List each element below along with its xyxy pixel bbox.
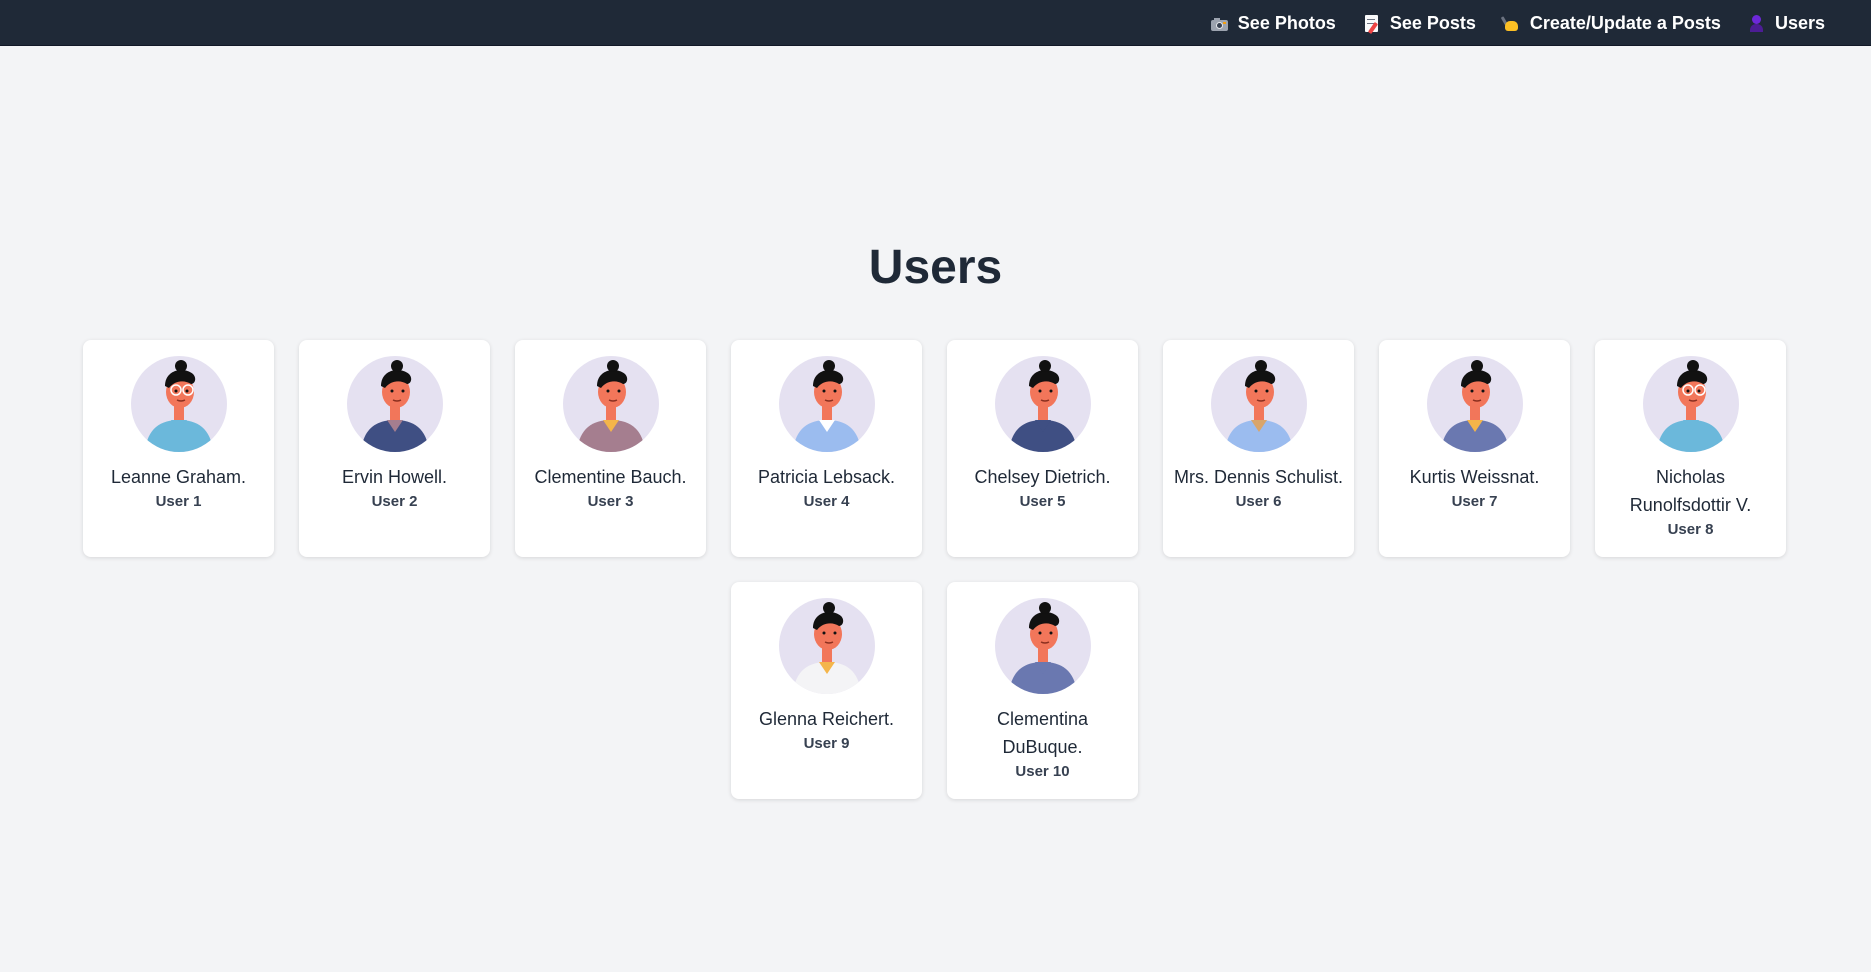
memo-icon: [1362, 14, 1381, 34]
user-name: Patricia Lebsack.: [757, 467, 896, 487]
page-title: Users: [868, 241, 1003, 294]
user-id-label: User 6: [1235, 493, 1282, 510]
user-card[interactable]: Clementine Bauch. User 3: [515, 340, 706, 557]
user-grid: Leanne Graham. User 1 Ervin Howell. User 2 C…: [83, 340, 1786, 799]
user-card[interactable]: Patricia Lebsack. User 4: [731, 340, 922, 557]
camera-icon: [1210, 15, 1229, 34]
user-name: Chelsey Dietrich.: [974, 467, 1111, 487]
user-avatar: [1210, 356, 1307, 452]
user-name: Clementina DuBuque.: [996, 709, 1089, 757]
user-name: Ervin Howell.: [341, 467, 448, 487]
user-avatar: [778, 356, 875, 452]
user-card[interactable]: Glenna Reichert. User 9: [731, 582, 922, 799]
user-card[interactable]: Chelsey Dietrich. User 5: [947, 340, 1138, 557]
user-name: Glenna Reichert.: [758, 709, 895, 729]
nav-link-label: Users: [1774, 12, 1825, 33]
user-avatar: [346, 356, 443, 452]
user-card[interactable]: Ervin Howell. User 2: [299, 340, 490, 557]
user-avatar: [1426, 356, 1523, 452]
user-card[interactable]: Nicholas Runolfsdottir V. User 8: [1595, 340, 1786, 557]
user-avatar: [778, 598, 875, 694]
user-id-label: User 4: [803, 493, 850, 510]
user-id-label: User 3: [587, 493, 634, 510]
user-name: Clementine Bauch.: [534, 467, 687, 487]
nav-link-see-photos[interactable]: See Photos: [1210, 13, 1336, 34]
user-avatar: [994, 598, 1091, 694]
user-avatar: [1642, 356, 1739, 452]
user-card[interactable]: Leanne Graham. User 1: [83, 340, 274, 557]
user-id-label: User 7: [1451, 493, 1498, 510]
user-name: Leanne Graham.: [110, 467, 247, 487]
user-name: Mrs. Dennis Schulist.: [1173, 467, 1344, 487]
nav-link-users[interactable]: Users: [1747, 13, 1825, 34]
user-id-label: User 10: [1015, 763, 1070, 780]
user-avatar: [130, 356, 227, 452]
nav-link-see-posts[interactable]: See Posts: [1362, 13, 1476, 34]
nav-link-create-update-posts[interactable]: Create/Update a Posts: [1500, 12, 1721, 34]
nav-link-label: Create/Update a Posts: [1529, 12, 1721, 33]
user-avatar: [994, 356, 1091, 452]
nav-link-label: See Photos: [1237, 12, 1336, 33]
top-navbar: See Photos See Posts Create/Update a Pos…: [0, 0, 1871, 46]
user-name: Nicholas Runolfsdottir V.: [1629, 467, 1752, 515]
user-id-label: User 5: [1019, 493, 1066, 510]
nav-links: See Photos See Posts Create/Update a Pos…: [1210, 0, 1825, 46]
user-id-label: User 9: [803, 735, 850, 752]
user-name: Kurtis Weissnat.: [1409, 467, 1540, 487]
user-avatar: [562, 356, 659, 452]
user-card[interactable]: Kurtis Weissnat. User 7: [1379, 340, 1570, 557]
user-id-label: User 8: [1667, 521, 1714, 538]
writing-hand-icon: [1500, 14, 1521, 33]
user-id-label: User 1: [155, 493, 202, 510]
user-card[interactable]: Mrs. Dennis Schulist. User 6: [1163, 340, 1354, 557]
nav-link-label: See Posts: [1389, 12, 1476, 33]
user-card[interactable]: Clementina DuBuque. User 10: [947, 582, 1138, 799]
user-id-label: User 2: [371, 493, 418, 510]
person-icon: [1747, 14, 1766, 33]
